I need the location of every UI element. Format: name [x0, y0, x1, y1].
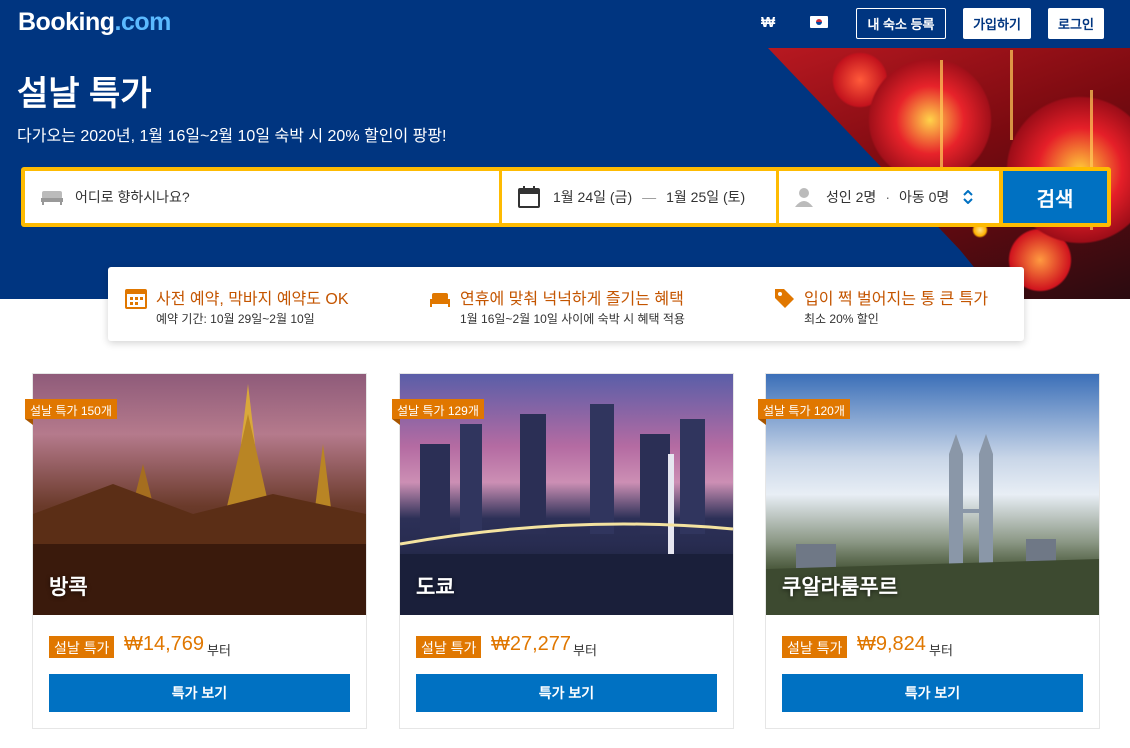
- view-deals-button[interactable]: 특가 보기: [49, 674, 350, 712]
- features-panel: 사전 예약, 막바지 예약도 OK 예약 기간: 10월 29일~2월 10일 …: [108, 267, 1024, 341]
- deal-count-ribbon: 설날 특가 120개: [758, 399, 850, 425]
- list-property-button[interactable]: 내 숙소 등록: [856, 8, 946, 39]
- children-count: 아동 0명: [899, 189, 950, 205]
- city-name: 방콕: [49, 576, 88, 599]
- guest-dot: ·: [885, 189, 890, 205]
- checkout-date: 1월 25일 (토): [666, 189, 746, 205]
- feature-title: 연휴에 맞춰 넉넉하게 즐기는 혜택: [460, 291, 684, 308]
- view-deals-button[interactable]: 특가 보기: [416, 674, 717, 712]
- chevron-up-down-icon: [963, 190, 974, 204]
- deal-count-ribbon: 설날 특가 150개: [25, 399, 117, 425]
- deal-tag: 설날 특가: [416, 636, 482, 658]
- price: ₩9,824: [857, 633, 926, 655]
- guests-field[interactable]: 성인 2명 · 아동 0명: [779, 171, 999, 223]
- page-subtitle: 다가오는 2020년, 1월 16일~2월 10일 숙박 시 20% 할인이 팡…: [17, 128, 447, 145]
- deal-card[interactable]: 설날 특가 120개 쿠알라룸푸르 설날 특가 ₩9,824 부터 특가 보기: [758, 373, 1100, 729]
- city-name: 도쿄: [416, 576, 455, 599]
- price: ₩27,277: [491, 633, 572, 655]
- feature-title: 입이 쩍 벌어지는 통 큰 특가: [804, 291, 989, 308]
- checkin-date: 1월 24일 (금): [553, 189, 633, 205]
- deal-tag: 설날 특가: [49, 636, 115, 658]
- page-title: 설날 특가: [17, 75, 152, 113]
- deal-card[interactable]: 설날 특가 150개 방콕 설날 특가 ₩14,769 부터 특가 보기: [25, 373, 367, 729]
- deal-count-ribbon: 설날 특가 129개: [392, 399, 484, 425]
- login-button[interactable]: 로그인: [1048, 8, 1104, 39]
- bed-icon: [41, 191, 63, 205]
- price: ₩14,769: [124, 633, 205, 655]
- date-field[interactable]: 1월 24일 (금) — 1월 25일 (토): [502, 171, 776, 223]
- adults-count: 성인 2명: [826, 189, 877, 205]
- search-button[interactable]: 검색: [1003, 171, 1107, 223]
- city-name: 쿠알라룸푸르: [782, 576, 898, 599]
- register-button[interactable]: 가입하기: [963, 8, 1031, 39]
- price-from: 부터: [929, 643, 953, 658]
- deal-tag: 설날 특가: [782, 636, 848, 658]
- view-deals-button[interactable]: 특가 보기: [782, 674, 1083, 712]
- price-from: 부터: [573, 643, 597, 658]
- currency-selector[interactable]: ₩: [761, 14, 775, 31]
- booking-logo[interactable]: Booking.com: [18, 8, 171, 37]
- deal-card[interactable]: 설날 특가 129개 도쿄 설날 특가 ₩27,277 부터 특가 보기: [392, 373, 734, 729]
- language-flag-icon[interactable]: [810, 16, 828, 28]
- price-tag-icon: [775, 289, 794, 308]
- lantern-photo: [768, 48, 1130, 299]
- calendar-icon: [125, 289, 147, 309]
- hero-banner: Booking.com ₩ 내 숙소 등록 가입하기 로그인 설날 특가 다가오…: [0, 0, 1130, 299]
- feature-desc: 최소 20% 할인: [804, 312, 879, 326]
- logo-tld: .com: [114, 8, 172, 36]
- feature-desc: 예약 기간: 10월 29일~2월 10일: [156, 312, 315, 326]
- date-separator: —: [642, 189, 657, 205]
- logo-text: Booking: [18, 8, 115, 36]
- destination-placeholder: 어디로 향하시나요?: [75, 189, 190, 205]
- feature-desc: 1월 16일~2월 10일 사이에 숙박 시 혜택 적용: [460, 312, 685, 326]
- price-from: 부터: [207, 643, 231, 658]
- search-bar: 어디로 향하시나요? 1월 24일 (금) — 1월 25일 (토) 성인 2명…: [21, 167, 1111, 227]
- person-icon: [795, 188, 813, 207]
- destination-field[interactable]: 어디로 향하시나요?: [25, 171, 499, 223]
- feature-title: 사전 예약, 막바지 예약도 OK: [156, 291, 349, 308]
- bed-icon: [430, 293, 450, 307]
- calendar-icon: [518, 186, 540, 208]
